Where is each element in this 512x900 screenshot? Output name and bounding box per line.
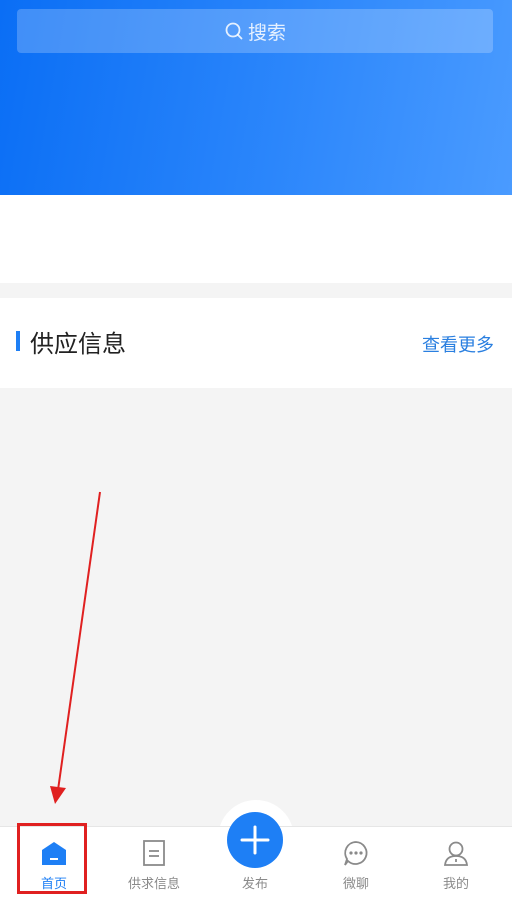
tab-label: 发布 [241, 877, 268, 892]
tab-me[interactable]: 我的 [405, 827, 507, 900]
annotation-arrow [50, 491, 101, 804]
user-icon [443, 841, 469, 866]
plus-icon [240, 825, 270, 855]
tab-label: 微聊 [342, 877, 369, 892]
tab-supply-demand[interactable]: 供求信息 [103, 827, 205, 900]
publish-button[interactable] [227, 812, 283, 868]
annotation-highlight-box [17, 823, 87, 894]
document-icon [143, 840, 165, 866]
chat-icon [344, 841, 368, 866]
tab-label: 供求信息 [127, 877, 180, 892]
tab-label: 我的 [442, 877, 469, 892]
tab-chat[interactable]: 微聊 [305, 827, 407, 900]
